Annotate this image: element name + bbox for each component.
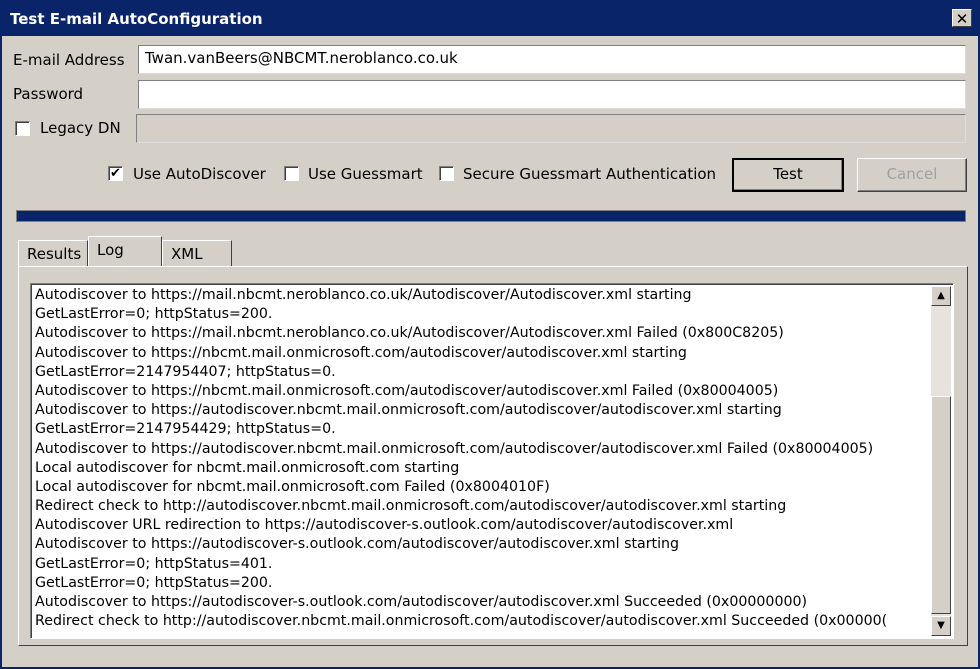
log-line: Autodiscover to https://autodiscover-s.o…: [35, 536, 680, 553]
close-icon: ✕: [955, 10, 969, 28]
log-line: Autodiscover to https://autodiscover.nbc…: [35, 402, 782, 419]
test-button[interactable]: Test: [732, 158, 844, 192]
tab-log[interactable]: Log: [88, 236, 162, 266]
use-guessmart-checkbox[interactable]: [284, 166, 299, 181]
email-address-input[interactable]: Twan.vanBeers@NBCMT.neroblanco.co.uk: [138, 45, 966, 74]
legacy-dn-label: Legacy DN: [40, 119, 121, 137]
log-line: Local autodiscover for nbcmt.mail.onmicr…: [35, 478, 550, 495]
use-autodiscover-label: Use AutoDiscover: [133, 165, 266, 183]
close-button[interactable]: ✕: [952, 9, 972, 28]
scroll-thumb[interactable]: [931, 396, 951, 614]
legacy-dn-input: [136, 114, 966, 143]
log-line: Autodiscover to https://nbcmt.mail.onmic…: [35, 382, 779, 399]
log-line: Autodiscover to https://mail.nbcmt.nerob…: [35, 287, 692, 303]
tab-results[interactable]: Results: [18, 240, 88, 268]
password-input[interactable]: [138, 80, 966, 109]
use-guessmart-label: Use Guessmart: [308, 165, 423, 183]
vertical-scrollbar[interactable]: ▲ ▼: [931, 286, 951, 636]
tab-xml[interactable]: XML: [162, 240, 232, 268]
test-button-label: Test: [773, 165, 803, 183]
log-line: Local autodiscover for nbcmt.mail.onmicr…: [35, 459, 460, 476]
progress-bar: [16, 210, 966, 222]
arrow-up-icon: ▲: [937, 290, 945, 301]
arrow-down-icon: ▼: [937, 620, 945, 631]
log-line: Autodiscover to https://nbcmt.mail.onmic…: [35, 344, 687, 361]
email-address-label: E-mail Address: [13, 51, 125, 69]
log-line: Redirect check to http://autodiscover.nb…: [35, 613, 888, 630]
log-line: GetLastError=2147954429; httpStatus=0.: [35, 421, 336, 438]
log-line: Autodiscover to https://autodiscover-s.o…: [35, 594, 808, 610]
email-address-value: Twan.vanBeers@NBCMT.neroblanco.co.uk: [145, 49, 458, 67]
log-line: GetLastError=2147954407; httpStatus=0.: [35, 363, 336, 380]
cancel-button-label: Cancel: [886, 165, 938, 183]
legacy-dn-checkbox[interactable]: [15, 121, 30, 136]
scroll-down-button[interactable]: ▼: [931, 616, 951, 636]
log-line: GetLastError=0; httpStatus=200.: [35, 574, 273, 591]
test-email-autoconfiguration-dialog: Test E-mail AutoConfiguration ✕ E-mail A…: [0, 0, 980, 669]
log-line: GetLastError=0; httpStatus=401.: [35, 555, 273, 572]
check-icon: ✔: [110, 166, 121, 181]
log-lines: Autodiscover to https://mail.nbcmt.nerob…: [35, 286, 925, 631]
log-textbox[interactable]: Autodiscover to https://mail.nbcmt.nerob…: [30, 283, 954, 639]
use-autodiscover-checkbox[interactable]: ✔: [108, 166, 123, 181]
window-title: Test E-mail AutoConfiguration: [10, 10, 263, 28]
secure-guessmart-checkbox[interactable]: [439, 166, 454, 181]
tab-xml-label: XML: [171, 245, 203, 263]
password-label: Password: [13, 85, 84, 103]
log-line: Autodiscover to https://autodiscover.nbc…: [35, 440, 874, 457]
tab-log-label: Log: [97, 241, 124, 259]
log-line: Autodiscover to https://mail.nbcmt.nerob…: [35, 325, 784, 342]
scroll-up-button[interactable]: ▲: [931, 286, 951, 306]
secure-guessmart-label: Secure Guessmart Authentication: [463, 165, 717, 183]
log-line: Autodiscover URL redirection to https://…: [35, 517, 734, 534]
tab-results-label: Results: [27, 245, 82, 263]
log-line: GetLastError=0; httpStatus=200.: [35, 306, 273, 323]
log-line: Redirect check to http://autodiscover.nb…: [35, 498, 787, 515]
cancel-button: Cancel: [857, 158, 967, 192]
title-bar[interactable]: Test E-mail AutoConfiguration ✕: [2, 2, 978, 36]
